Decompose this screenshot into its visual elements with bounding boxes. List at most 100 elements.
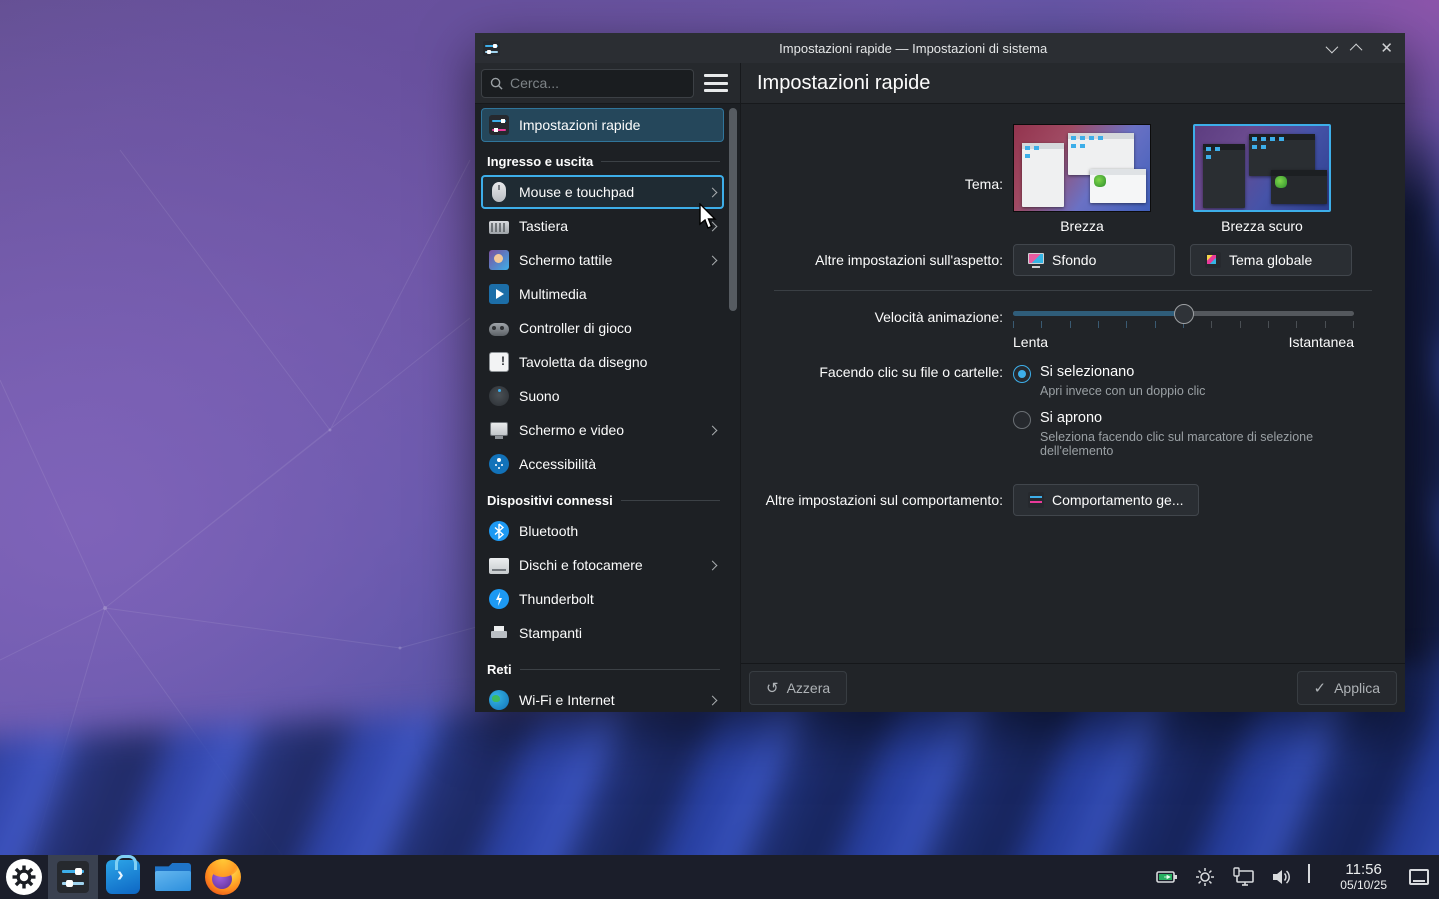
keyboard-icon [489,221,509,234]
menu-button[interactable] [704,74,728,92]
bluetooth-icon [489,521,509,541]
theme-preview-breeze-dark[interactable] [1193,124,1331,212]
behavior-label: Altre impostazioni sul comportamento: [741,492,1013,508]
task-system-settings[interactable] [48,855,98,899]
sidebar-item-multimedia[interactable]: Multimedia [481,277,724,311]
clock[interactable]: 11:56 05/10/25 [1340,862,1387,892]
global-theme-icon [1205,252,1221,268]
radio-open-on-click[interactable]: Si aprono Seleziona facendo clic sul mar… [1013,410,1369,468]
maximize-button[interactable] [1353,40,1362,56]
general-behavior-button[interactable]: Comportamento ge... [1013,484,1199,516]
taskbar: 11:56 05/10/25 [0,855,1439,899]
sidebar-item-game-controller[interactable]: Controller di gioco [481,311,724,345]
check-icon: ✓ [1314,679,1327,697]
chevron-right-icon [708,187,718,197]
sidebar-item-mouse-touchpad[interactable]: Mouse e touchpad [481,175,724,209]
global-theme-button[interactable]: Tema globale [1190,244,1352,276]
radio-button-unselected[interactable] [1013,411,1031,429]
mouse-icon [492,182,506,202]
chevron-right-icon [708,560,718,570]
wallpaper-icon [1028,252,1044,268]
clock-date: 05/10/25 [1340,879,1387,892]
slider-handle[interactable] [1174,304,1194,324]
mouse-cursor [698,203,720,231]
sidebar-list: Impostazioni rapide Ingresso e uscita Mo… [475,104,726,712]
titlebar[interactable]: Impostazioni rapide — Impostazioni di si… [475,33,1405,63]
sidebar-item-thunderbolt[interactable]: Thunderbolt [481,582,724,616]
display-connect-icon[interactable] [1232,866,1254,888]
scrollbar-handle[interactable] [729,108,737,311]
animation-speed-slider[interactable]: Lenta Istantanea [1013,307,1354,350]
sidebar-toolbar: Cerca... [475,63,740,104]
theme-option-breeze-dark[interactable]: Brezza scuro [1193,124,1331,234]
behavior-icon [1028,492,1044,508]
sound-icon [489,386,509,406]
page-title: Impostazioni rapide [757,72,930,95]
radio-button-selected[interactable] [1013,365,1031,383]
thunderbolt-icon [489,589,509,609]
footer-bar: ↺ Azzera ✓ Applica [741,663,1405,712]
theme-option-breeze[interactable]: Brezza [1013,124,1151,234]
slider-max-label: Istantanea [1289,334,1354,350]
theme-label: Tema: [741,124,1013,234]
brightness-icon[interactable] [1194,866,1216,888]
apply-button[interactable]: ✓ Applica [1297,671,1398,705]
expand-tray-icon[interactable] [1308,866,1324,888]
volume-icon[interactable] [1270,866,1292,888]
system-settings-window: Impostazioni rapide — Impostazioni di si… [475,33,1405,712]
slider-min-label: Lenta [1013,334,1048,350]
click-behavior-label: Facendo clic su file o cartelle: [741,364,1013,470]
sidebar-section-networks: Reti [487,662,720,677]
appearance-label: Altre impostazioni sull'aspetto: [741,252,1013,268]
sidebar-scrollbar[interactable] [726,104,740,712]
sidebar-item-touchscreen[interactable]: Schermo tattile [481,243,724,277]
sidebar-item-display-video[interactable]: Schermo e video [481,413,724,447]
sidebar-item-quick-settings[interactable]: Impostazioni rapide [481,108,724,142]
task-firefox[interactable] [198,855,248,899]
sidebar-item-sound[interactable]: Suono [481,379,724,413]
chevron-right-icon [708,255,718,265]
search-input[interactable]: Cerca... [481,69,694,98]
drawing-tablet-icon [489,352,509,372]
sidebar-item-accessibility[interactable]: Accessibilità [481,447,724,481]
section-divider [774,290,1372,291]
radio-select-on-click[interactable]: Si selezionano Apri invece con un doppio… [1013,364,1369,408]
sidebar-item-printers[interactable]: Stampanti [481,616,724,650]
theme-preview-breeze[interactable] [1013,124,1151,212]
search-icon [490,77,503,90]
theme-caption-breeze-dark: Brezza scuro [1221,218,1303,234]
sidebar-item-disks-cameras[interactable]: Dischi e fotocamere [481,548,724,582]
chevron-right-icon [708,695,718,705]
app-icon [483,41,500,56]
show-desktop-button[interactable] [1409,869,1429,885]
battery-icon[interactable] [1156,866,1178,888]
discover-icon [106,860,140,894]
sidebar-item-bluetooth[interactable]: Bluetooth [481,514,724,548]
accessibility-icon [489,454,509,474]
main-panel: Impostazioni rapide Tema: [741,63,1405,712]
sidebar-item-wifi-internet[interactable]: Wi-Fi e Internet [481,683,724,712]
printer-icon [489,623,509,643]
animation-speed-label: Velocità animazione: [741,307,1013,350]
minimize-button[interactable] [1326,40,1335,56]
sidebar-item-keyboard[interactable]: Tastiera [481,209,724,243]
search-placeholder: Cerca... [510,75,559,91]
sidebar-section-connected-devices: Dispositivi connessi [487,493,720,508]
close-button[interactable]: ✕ [1380,41,1393,56]
chevron-right-icon [708,425,718,435]
wallpaper-button[interactable]: Sfondo [1013,244,1175,276]
task-discover[interactable] [98,855,148,899]
application-launcher-button[interactable] [0,855,48,899]
touchscreen-icon [489,250,509,270]
reset-button[interactable]: ↺ Azzera [749,671,847,705]
firefox-icon [205,859,241,895]
folder-icon [155,863,191,891]
window-title: Impostazioni rapide — Impostazioni di si… [500,41,1326,56]
page-content: Tema: Brezza [741,104,1405,663]
sidebar-item-drawing-tablet[interactable]: Tavoletta da disegno [481,345,724,379]
network-icon [489,690,509,710]
task-file-manager[interactable] [148,855,198,899]
gamepad-icon [489,323,509,336]
theme-caption-breeze: Brezza [1060,218,1104,234]
clock-time: 11:56 [1340,862,1387,879]
